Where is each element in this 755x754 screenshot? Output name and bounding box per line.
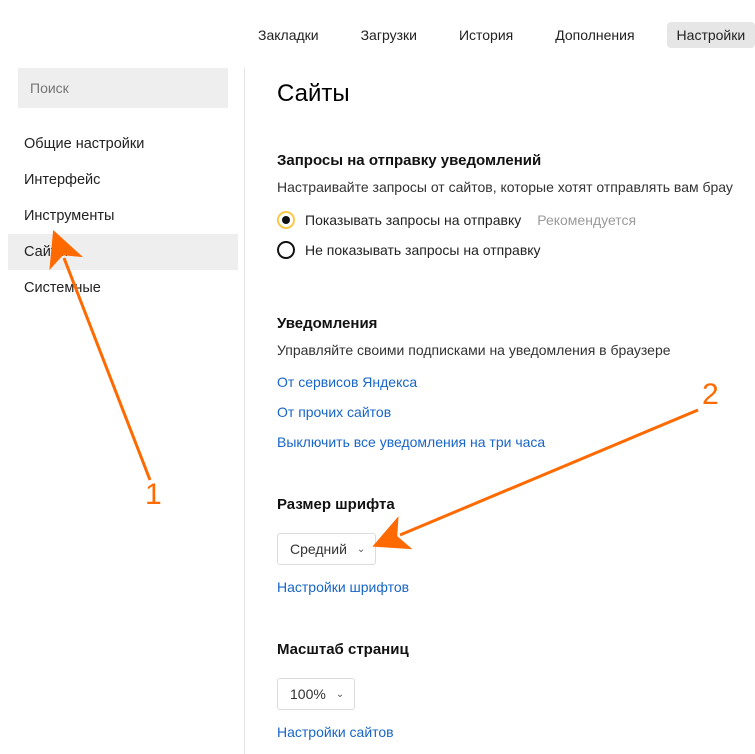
chevron-down-icon: ⌄ xyxy=(336,689,344,700)
tab-addons[interactable]: Дополнения xyxy=(545,22,644,48)
sidebar-item-system[interactable]: Системные xyxy=(8,270,238,306)
radio-show-label: Показывать запросы на отправку xyxy=(305,212,521,228)
section-fontsize-title: Размер шрифта xyxy=(277,496,755,513)
chevron-down-icon: ⌄ xyxy=(357,544,365,555)
section-notif-desc: Управляйте своими подписками на уведомле… xyxy=(277,342,755,358)
radio-hide-label: Не показывать запросы на отправку xyxy=(305,242,541,258)
link-font-settings[interactable]: Настройки шрифтов xyxy=(277,579,755,595)
font-size-value: Средний xyxy=(290,541,347,557)
sidebar-item-general[interactable]: Общие настройки xyxy=(8,126,238,162)
search-input[interactable] xyxy=(18,68,228,108)
sidebar-item-sites[interactable]: Сайты xyxy=(8,234,238,270)
sidebar-item-interface[interactable]: Интерфейс xyxy=(8,162,238,198)
top-tabs: Закладки Загрузки История Дополнения Нас… xyxy=(248,0,755,68)
tab-history[interactable]: История xyxy=(449,22,523,48)
settings-sidebar: Общие настройки Интерфейс Инструменты Са… xyxy=(8,68,238,306)
section-zoom-title: Масштаб страниц xyxy=(277,641,755,658)
sidebar-item-tools[interactable]: Инструменты xyxy=(8,198,238,234)
tab-settings[interactable]: Настройки xyxy=(667,22,755,48)
link-site-settings[interactable]: Настройки сайтов xyxy=(277,724,755,740)
section-notif-requests-title: Запросы на отправку уведомлений xyxy=(277,152,755,169)
settings-content: Сайты Запросы на отправку уведомлений На… xyxy=(245,68,755,754)
font-size-select[interactable]: Средний ⌄ xyxy=(277,533,376,565)
section-notif-title: Уведомления xyxy=(277,315,755,332)
link-other-sites[interactable]: От прочих сайтов xyxy=(277,404,755,420)
link-yandex-services[interactable]: От сервисов Яндекса xyxy=(277,374,755,390)
tab-bookmarks[interactable]: Закладки xyxy=(248,22,329,48)
radio-icon-selected xyxy=(277,211,295,229)
radio-show-requests[interactable]: Показывать запросы на отправку Рекоменду… xyxy=(277,211,755,229)
tab-downloads[interactable]: Загрузки xyxy=(351,22,427,48)
search-container xyxy=(18,68,228,108)
page-title: Сайты xyxy=(277,80,755,108)
radio-icon-unselected xyxy=(277,241,295,259)
link-disable-3h[interactable]: Выключить все уведомления на три часа xyxy=(277,434,755,450)
zoom-value: 100% xyxy=(290,686,326,702)
section-notif-requests-desc: Настраивайте запросы от сайтов, которые … xyxy=(277,179,755,195)
radio-hide-requests[interactable]: Не показывать запросы на отправку xyxy=(277,241,755,259)
zoom-select[interactable]: 100% ⌄ xyxy=(277,678,355,710)
recommended-hint: Рекомендуется xyxy=(537,212,636,228)
